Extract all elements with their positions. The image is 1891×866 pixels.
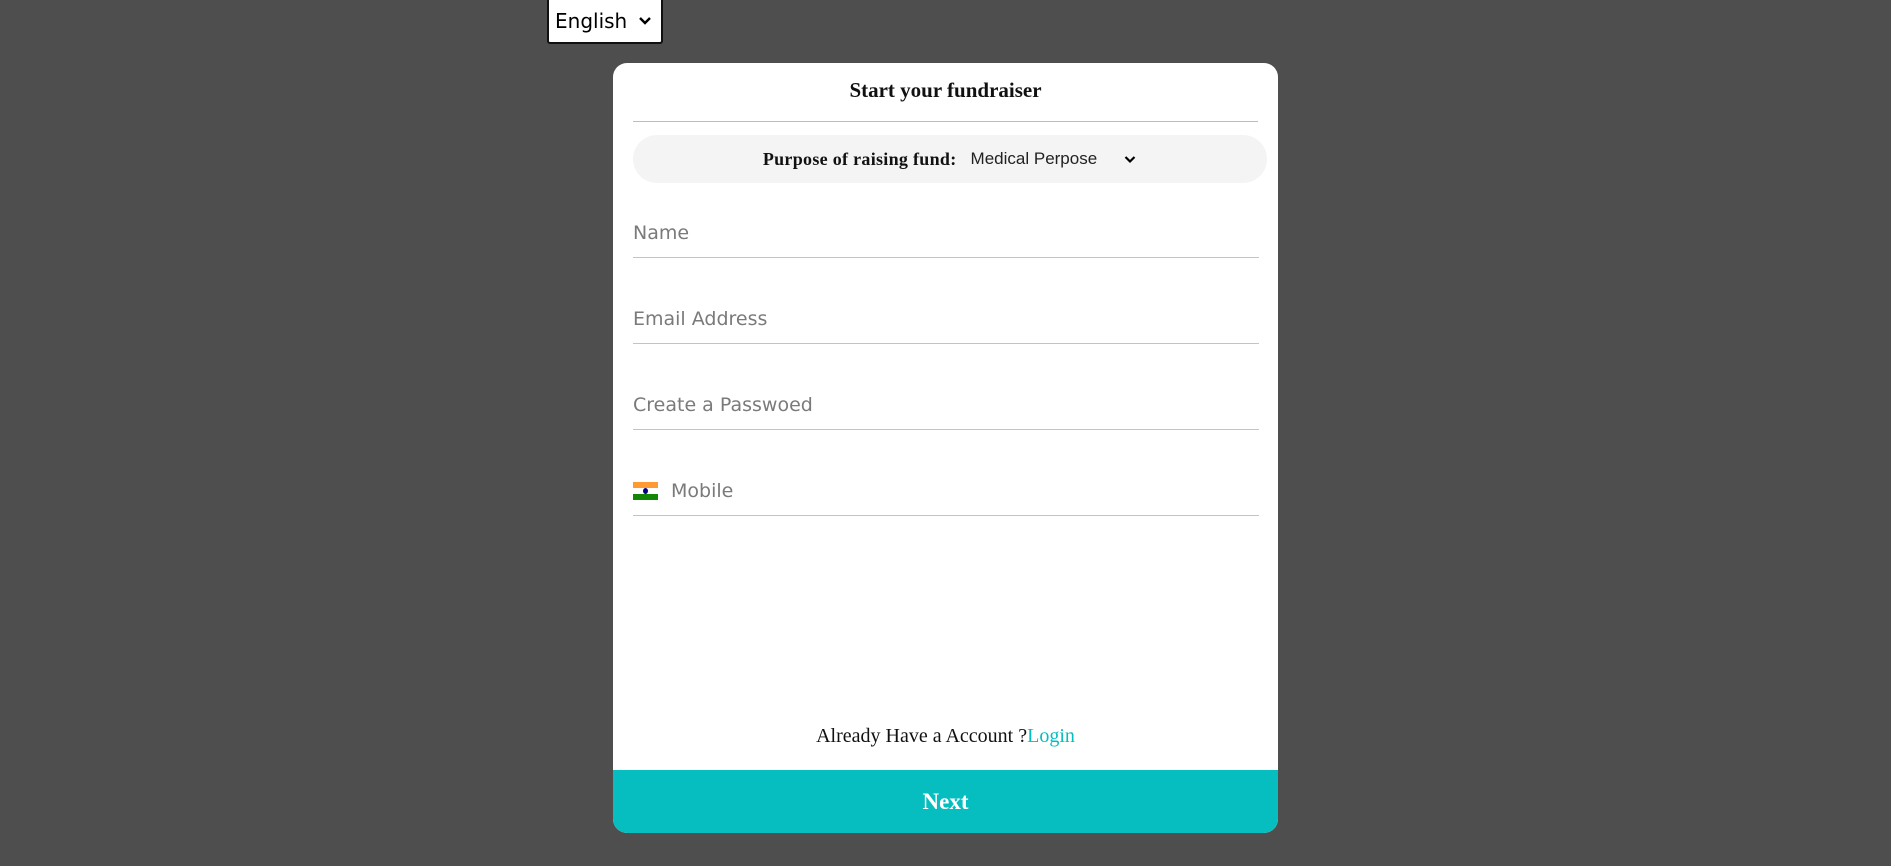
language-select-value: English: [555, 9, 628, 33]
purpose-select-value: Medical Perpose: [970, 149, 1098, 168]
mobile-input[interactable]: [671, 480, 1259, 502]
purpose-row: Purpose of raising fund: Medical Perpose: [633, 135, 1267, 183]
name-input[interactable]: [633, 222, 1259, 244]
email-field-container: [633, 295, 1259, 344]
fundraiser-form-card: Start your fundraiser Purpose of raising…: [613, 63, 1278, 833]
name-field-container: [633, 209, 1259, 258]
language-select[interactable]: English: [547, 0, 663, 44]
password-input[interactable]: [633, 394, 1259, 416]
chevron-down-icon: [1123, 152, 1137, 166]
mobile-field-container: [633, 467, 1259, 516]
title-divider: [633, 121, 1258, 122]
india-flag-icon[interactable]: [633, 482, 658, 500]
purpose-select[interactable]: Medical Perpose: [971, 149, 1138, 169]
purpose-label: Purpose of raising fund:: [762, 148, 957, 169]
next-button-label: Next: [922, 788, 969, 814]
account-prompt-text: Already Have a Account ?: [816, 725, 1028, 747]
form-title: Start your fundraiser: [849, 78, 1042, 102]
next-button[interactable]: Next: [613, 770, 1278, 833]
login-link[interactable]: Login: [1027, 725, 1075, 747]
chevron-down-icon: [637, 13, 653, 29]
password-field-container: [633, 381, 1259, 430]
email-input[interactable]: [633, 308, 1259, 330]
account-prompt-row: Already Have a Account ?Login: [613, 725, 1278, 748]
